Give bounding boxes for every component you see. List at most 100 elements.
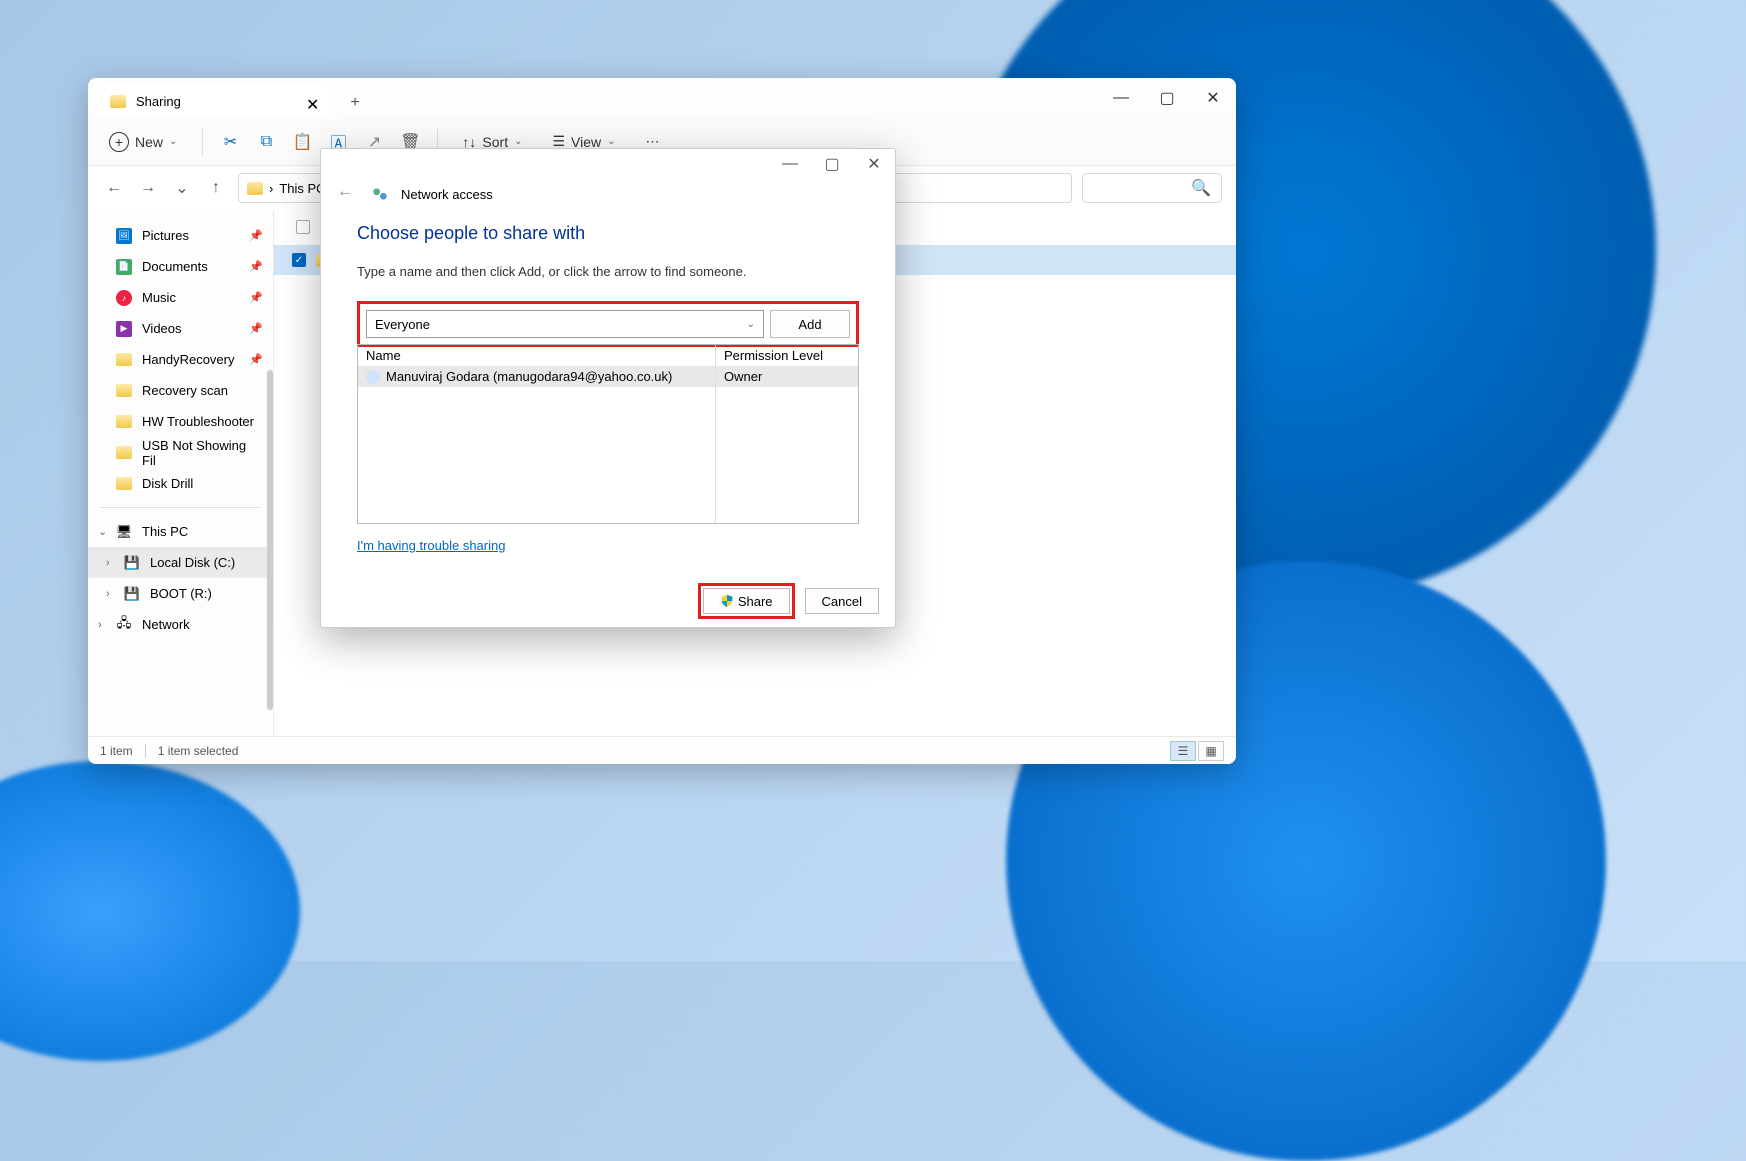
sidebar-item-videos[interactable]: ▶ Videos 📌 [88, 313, 273, 344]
sidebar-item-usbnotshowing[interactable]: USB Not Showing Fil [88, 437, 273, 468]
search-input[interactable]: 🔍 [1082, 173, 1222, 203]
forward-button[interactable]: → [136, 176, 160, 200]
chevron-down-icon: ⌄ [747, 319, 755, 330]
new-tab-button[interactable]: + [340, 88, 370, 118]
network-share-icon [371, 185, 389, 203]
select-all-checkbox[interactable] [296, 220, 310, 234]
pc-icon: 🖥 [116, 524, 132, 540]
close-tab-icon[interactable]: ✕ [306, 95, 318, 107]
drive-icon: 💾 [124, 555, 140, 571]
sidebar-item-pictures[interactable]: 🖼 Pictures 📌 [88, 220, 273, 251]
sidebar-label: Pictures [142, 228, 189, 243]
minimize-button[interactable]: — [769, 150, 811, 178]
tab-strip: Sharing ✕ + [88, 78, 1098, 118]
sidebar-item-music[interactable]: ♪ Music 📌 [88, 282, 273, 313]
view-toggles: ☰ ▦ [1170, 741, 1224, 761]
videos-icon: ▶ [116, 321, 132, 337]
back-icon[interactable]: ← [337, 183, 359, 205]
folder-icon [116, 477, 132, 490]
plus-circle-icon: + [109, 132, 129, 152]
pin-icon: 📌 [249, 260, 263, 273]
sidebar-item-network[interactable]: › 🖧 Network [88, 609, 273, 640]
permissions-table: Name Permission Level Manuviraj Godara (… [357, 344, 859, 524]
add-button[interactable]: Add [770, 310, 850, 338]
folder-icon [116, 384, 132, 397]
chevron-down-icon: ⌄ [607, 136, 615, 147]
network-access-dialog: — ▢ ✕ ← Network access Choose people to … [320, 148, 896, 628]
annotation-highlight: Share [698, 583, 795, 619]
dialog-title: Choose people to share with [357, 223, 859, 244]
maximize-button[interactable]: ▢ [1144, 82, 1190, 114]
item-count: 1 item [100, 744, 133, 758]
details-view-button[interactable]: ☰ [1170, 741, 1196, 761]
sidebar-label: BOOT (R:) [150, 586, 212, 601]
close-button[interactable]: ✕ [853, 150, 895, 178]
chevron-right-icon[interactable]: › [106, 557, 110, 569]
checkbox-checked-icon[interactable]: ✓ [292, 253, 306, 267]
statusbar: 1 item 1 item selected ☰ ▦ [88, 736, 1236, 764]
paste-icon[interactable]: 📋 [293, 133, 311, 151]
pin-icon: 📌 [249, 353, 263, 366]
permission-column-header[interactable]: Permission Level [716, 345, 858, 366]
new-label: New [135, 134, 163, 150]
recent-button[interactable]: ⌄ [170, 176, 194, 200]
copy-icon[interactable]: ⧉ [257, 133, 275, 151]
pin-icon: 📌 [249, 291, 263, 304]
dialog-footer: Share Cancel [321, 575, 895, 627]
sidebar-label: HW Troubleshooter [142, 414, 254, 429]
window-controls: — ▢ ✕ [1098, 82, 1236, 114]
name-column-header[interactable]: Name [358, 345, 716, 366]
network-icon: 🖧 [116, 617, 132, 633]
chevron-down-icon[interactable]: ⌄ [98, 525, 107, 538]
sidebar-item-handyrecovery[interactable]: HandyRecovery 📌 [88, 344, 273, 375]
pin-icon: 📌 [249, 229, 263, 242]
user-icon [366, 370, 380, 384]
chevron-right-icon[interactable]: › [106, 588, 110, 600]
close-button[interactable]: ✕ [1190, 82, 1236, 114]
sidebar-label: Music [142, 290, 176, 305]
search-icon: 🔍 [1191, 178, 1211, 198]
sidebar-item-thispc[interactable]: ⌄ 🖥 This PC [88, 516, 273, 547]
breadcrumb-thispc[interactable]: This PC [279, 181, 325, 196]
people-combobox[interactable]: Everyone ⌄ [366, 310, 764, 338]
folder-icon [247, 182, 263, 195]
titlebar: Sharing ✕ + — ▢ ✕ [88, 78, 1236, 118]
minimize-button[interactable]: — [1098, 82, 1144, 114]
divider [145, 744, 146, 758]
back-button[interactable]: ← [102, 176, 126, 200]
chevron-right-icon[interactable]: › [98, 619, 102, 631]
trouble-sharing-link[interactable]: I'm having trouble sharing [357, 538, 505, 553]
sidebar-item-documents[interactable]: 📄 Documents 📌 [88, 251, 273, 282]
sidebar-label: Local Disk (C:) [150, 555, 235, 570]
table-empty-area [358, 387, 858, 523]
cancel-button[interactable]: Cancel [805, 588, 879, 614]
table-header: Name Permission Level [358, 345, 858, 366]
divider [100, 507, 261, 508]
sidebar-label: Videos [142, 321, 182, 336]
tab-sharing[interactable]: Sharing ✕ [98, 84, 330, 118]
nav-buttons: ← → ⌄ ↑ [102, 176, 228, 200]
new-button[interactable]: + New ⌄ [102, 127, 184, 157]
sidebar-item-recoveryscan[interactable]: Recovery scan [88, 375, 273, 406]
up-button[interactable]: ↑ [204, 176, 228, 200]
dialog-titlebar: — ▢ ✕ [321, 149, 895, 179]
chevron-down-icon: ⌄ [514, 136, 522, 147]
table-row[interactable]: Manuviraj Godara (manugodara94@yahoo.co.… [358, 366, 858, 387]
documents-icon: 📄 [116, 259, 132, 275]
breadcrumb-sep: › [269, 181, 273, 196]
sidebar-item-localdisk[interactable]: › 💾 Local Disk (C:) [88, 547, 273, 578]
dialog-subtitle: Type a name and then click Add, or click… [357, 264, 859, 279]
combo-value: Everyone [375, 317, 430, 332]
sidebar-label: USB Not Showing Fil [142, 438, 261, 468]
annotation-highlight: Everyone ⌄ Add [357, 301, 859, 347]
share-button[interactable]: Share [703, 588, 790, 614]
maximize-button[interactable]: ▢ [811, 150, 853, 178]
sidebar-item-hwtroubleshooter[interactable]: HW Troubleshooter [88, 406, 273, 437]
thumbnails-view-button[interactable]: ▦ [1198, 741, 1224, 761]
sidebar-item-boot[interactable]: › 💾 BOOT (R:) [88, 578, 273, 609]
cut-icon[interactable]: ✂ [221, 133, 239, 151]
divider [202, 128, 203, 156]
sidebar-item-diskdrill[interactable]: Disk Drill [88, 468, 273, 499]
scrollbar[interactable] [267, 370, 273, 710]
chevron-down-icon: ⌄ [169, 136, 177, 147]
